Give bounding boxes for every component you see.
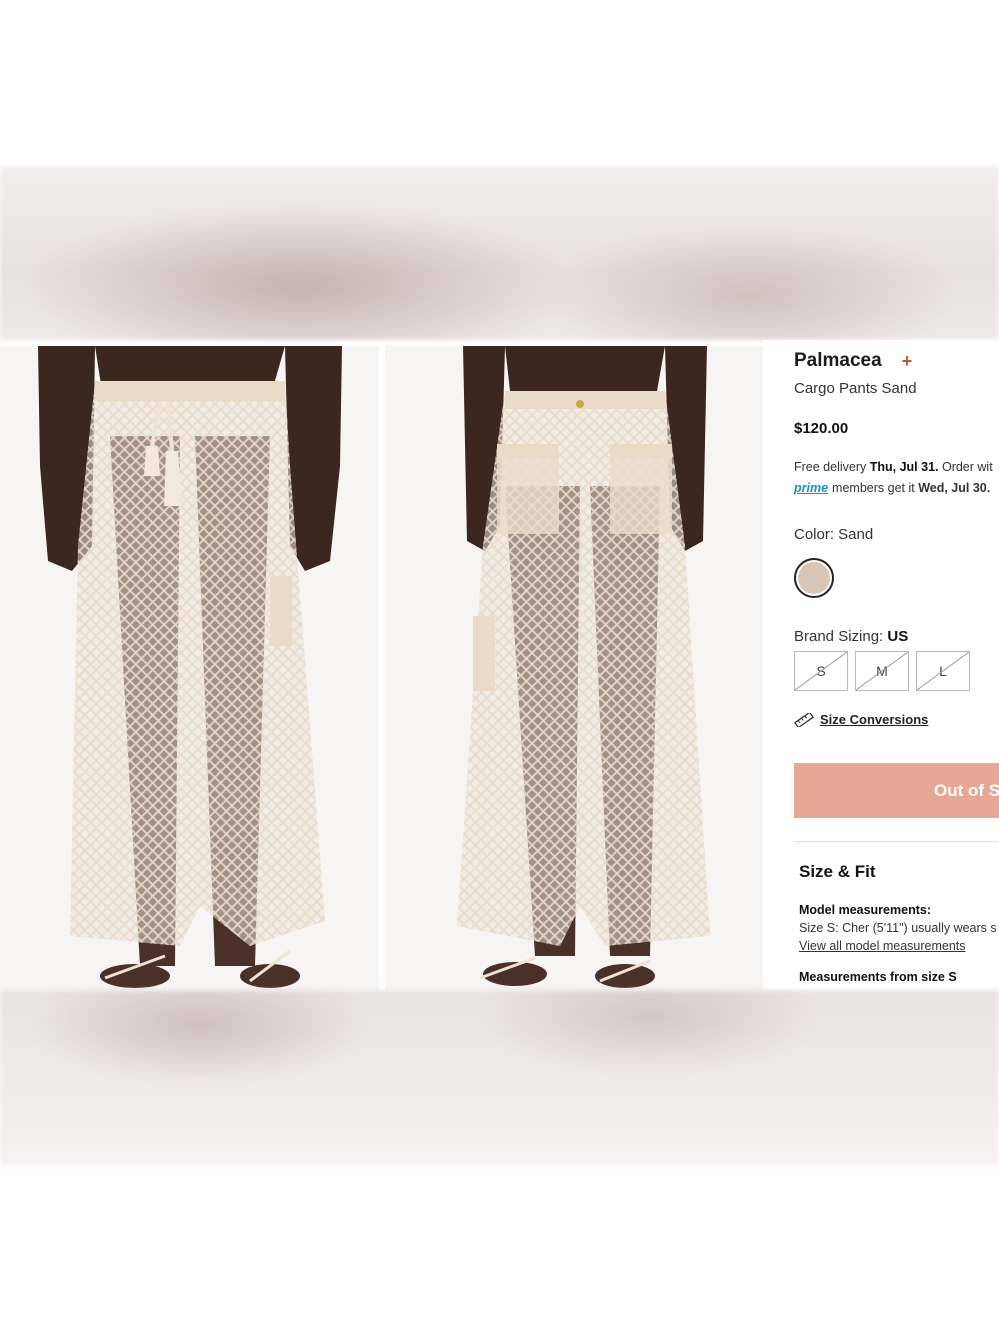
blurred-photo-band-bottom <box>0 990 999 1166</box>
product-image-back[interactable] <box>385 346 763 990</box>
prime-prefix: members get it <box>832 481 919 495</box>
model-measurements-label: Model measurements: <box>799 903 931 917</box>
brand-sizing-label: Brand Sizing: US <box>794 628 908 645</box>
unavailable-slash <box>795 652 847 690</box>
ruler-icon <box>794 712 814 727</box>
size-option-l[interactable]: L <box>916 651 970 691</box>
product-info-panel: Palmacea + Cargo Pants Sand $120.00 Free… <box>763 340 999 990</box>
prime-delivery-info: prime members get it Wed, Jul 30. <box>794 481 990 495</box>
color-label: Color: Sand <box>794 526 874 543</box>
brand-row: Palmacea + <box>794 350 912 372</box>
size-option-m[interactable]: M <box>855 651 909 691</box>
brand-sizing-system: US <box>887 628 909 645</box>
delivery-suffix: Order wit <box>938 460 993 474</box>
color-swatch-sand[interactable] <box>794 558 834 598</box>
size-option-s[interactable]: S <box>794 651 848 691</box>
blurred-photo-band-top <box>0 166 999 340</box>
product-price: $120.00 <box>794 420 849 437</box>
delivery-info: Free delivery Thu, Jul 31. Order wit <box>794 460 993 474</box>
view-model-measurements-link[interactable]: View all model measurements <box>799 939 966 953</box>
swatch-fill <box>798 562 830 594</box>
delivery-prefix: Free delivery <box>794 460 870 474</box>
product-image-front[interactable] <box>0 346 379 990</box>
brand-sizing-prefix: Brand Sizing: <box>794 628 888 645</box>
unavailable-slash <box>917 652 969 690</box>
size-conversions-text: Size Conversions <box>820 712 929 727</box>
out-of-stock-button[interactable]: Out of S <box>794 763 999 818</box>
delivery-date: Thu, Jul 31. <box>869 460 939 474</box>
prime-date: Wed, Jul 30. <box>918 481 991 495</box>
model-measurements-text: Size S: Cher (5'11") usually wears s <box>799 921 997 935</box>
prime-logo-icon: prime <box>794 481 829 495</box>
plus-icon[interactable]: + <box>902 351 913 372</box>
size-conversions-link[interactable]: Size Conversions <box>794 712 928 727</box>
unavailable-slash <box>856 652 908 690</box>
size-options: S M L <box>794 651 970 691</box>
model-back-illustration <box>385 346 763 990</box>
model-front-illustration <box>0 346 379 990</box>
size-fit-title[interactable]: Size & Fit <box>799 862 876 882</box>
section-divider <box>794 841 999 842</box>
product-name: Cargo Pants Sand <box>794 380 917 397</box>
measurements-from-size-label: Measurements from size S <box>799 970 957 984</box>
brand-name[interactable]: Palmacea <box>794 350 882 372</box>
